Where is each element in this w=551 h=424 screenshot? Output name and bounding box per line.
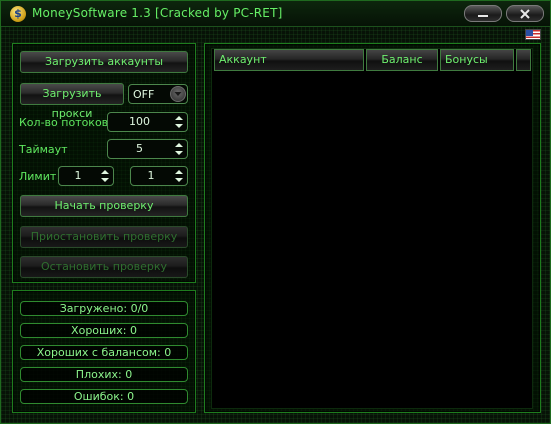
start-check-button[interactable]: Начать проверку xyxy=(20,195,188,217)
threads-value: 100 xyxy=(129,115,150,128)
main-window: $ MoneySoftware 1.3 [Cracked by PC-RET] … xyxy=(0,0,551,424)
proxy-mode-select[interactable]: OFF xyxy=(128,84,188,104)
close-icon xyxy=(520,9,530,19)
timeout-label: Таймаут xyxy=(19,143,68,156)
app-icon: $ xyxy=(10,6,26,22)
limit-to-value: 1 xyxy=(147,169,155,182)
load-accounts-button[interactable]: Загрузить аккаунты xyxy=(20,51,188,73)
column-header-balance[interactable]: Баланс xyxy=(366,49,438,71)
us-flag-icon[interactable] xyxy=(525,29,541,40)
window-title: MoneySoftware 1.3 [Cracked by PC-RET] xyxy=(32,6,283,20)
load-proxy-button[interactable]: Загрузить прокси xyxy=(20,83,124,120)
minimize-icon xyxy=(478,15,488,17)
limit-from-stepper[interactable]: 1 xyxy=(58,166,114,186)
timeout-value: 5 xyxy=(136,142,143,155)
timeout-stepper[interactable]: 5 xyxy=(107,139,188,159)
column-header-filler xyxy=(516,49,531,71)
threads-label: Кол-во потоков xyxy=(19,116,109,129)
spin-arrows-icon[interactable] xyxy=(174,169,184,183)
spin-arrows-icon[interactable] xyxy=(174,142,184,156)
column-header-bonuses[interactable]: Бонусы xyxy=(440,49,514,71)
minimize-button[interactable] xyxy=(464,5,502,22)
bad-stat: Плохих: 0 xyxy=(20,367,188,382)
limit-label: Лимит xyxy=(19,170,57,183)
chevron-down-icon[interactable] xyxy=(170,86,186,102)
threads-stepper[interactable]: 100 xyxy=(107,112,188,132)
pause-check-button[interactable]: Приостановить проверку xyxy=(20,226,188,248)
spin-arrows-icon[interactable] xyxy=(100,169,110,183)
proxy-mode-value: OFF xyxy=(133,88,155,101)
good-balance-stat: Хороших с балансом: 0 xyxy=(20,345,188,360)
limit-to-stepper[interactable]: 1 xyxy=(130,166,188,186)
loaded-stat: Загружено: 0/0 xyxy=(20,301,188,316)
spin-arrows-icon[interactable] xyxy=(174,115,184,129)
column-header-account[interactable]: Аккаунт xyxy=(214,49,364,71)
stop-check-button[interactable]: Остановить проверку xyxy=(20,256,188,278)
close-button[interactable] xyxy=(506,5,544,22)
results-list[interactable]: Аккаунт Баланс Бонусы xyxy=(211,48,533,409)
errors-stat: Ошибок: 0 xyxy=(20,389,188,404)
title-bar[interactable]: $ MoneySoftware 1.3 [Cracked by PC-RET] xyxy=(1,1,550,27)
limit-from-value: 1 xyxy=(74,169,82,182)
good-stat: Хороших: 0 xyxy=(20,323,188,338)
